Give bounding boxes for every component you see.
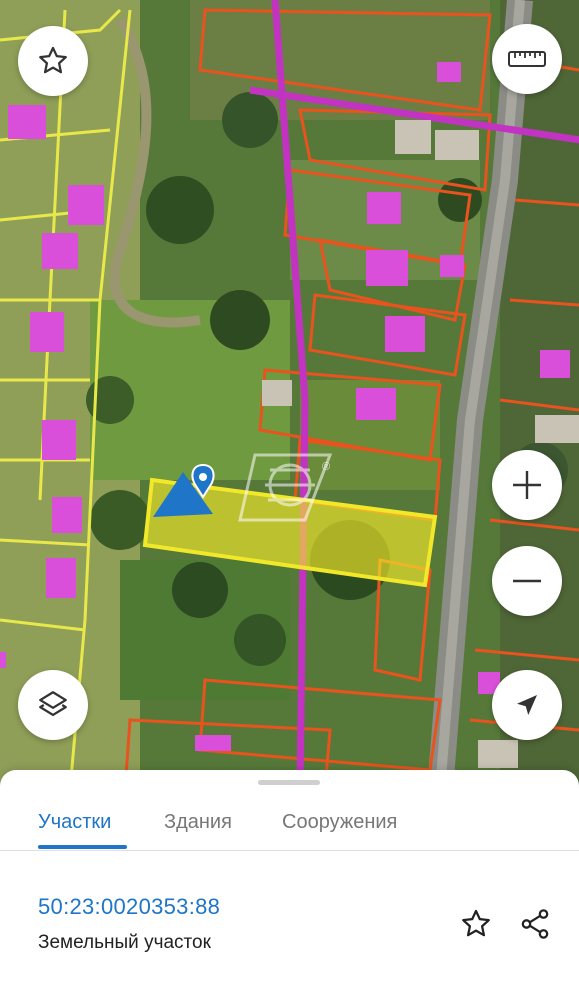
parcel-type: Земельный участок (38, 932, 211, 953)
star-icon (462, 909, 490, 937)
favorite-button[interactable] (18, 26, 88, 96)
layers-button[interactable] (18, 670, 88, 740)
share-button[interactable] (515, 904, 555, 944)
minus-icon (513, 579, 541, 583)
zoom-in-button[interactable] (492, 450, 562, 520)
tab-structures[interactable]: Сооружения (282, 794, 397, 850)
drag-handle[interactable] (258, 780, 320, 785)
navigation-arrow-icon (517, 695, 537, 715)
watermark-registered-mark: ® (322, 461, 330, 473)
favorite-parcel-button[interactable] (456, 904, 496, 944)
layers-icon (39, 691, 67, 717)
satellite-map[interactable]: ® (0, 0, 579, 790)
tab-bar: Участки Здания Сооружения (0, 794, 579, 851)
zoom-out-button[interactable] (492, 546, 562, 616)
plus-icon (513, 471, 541, 499)
ruler-icon (508, 51, 546, 67)
tab-parcels[interactable]: Участки (38, 794, 111, 850)
locate-button[interactable] (492, 670, 562, 740)
ruler-button[interactable] (492, 24, 562, 94)
map-view[interactable]: ® (0, 0, 579, 790)
star-icon (39, 46, 67, 74)
cadastral-number[interactable]: 50:23:0020353:88 (38, 894, 220, 920)
info-sheet: Участки Здания Сооружения 50:23:0020353:… (0, 770, 579, 1000)
active-tab-indicator (38, 845, 127, 849)
tab-buildings[interactable]: Здания (164, 794, 232, 850)
share-icon (521, 909, 549, 939)
